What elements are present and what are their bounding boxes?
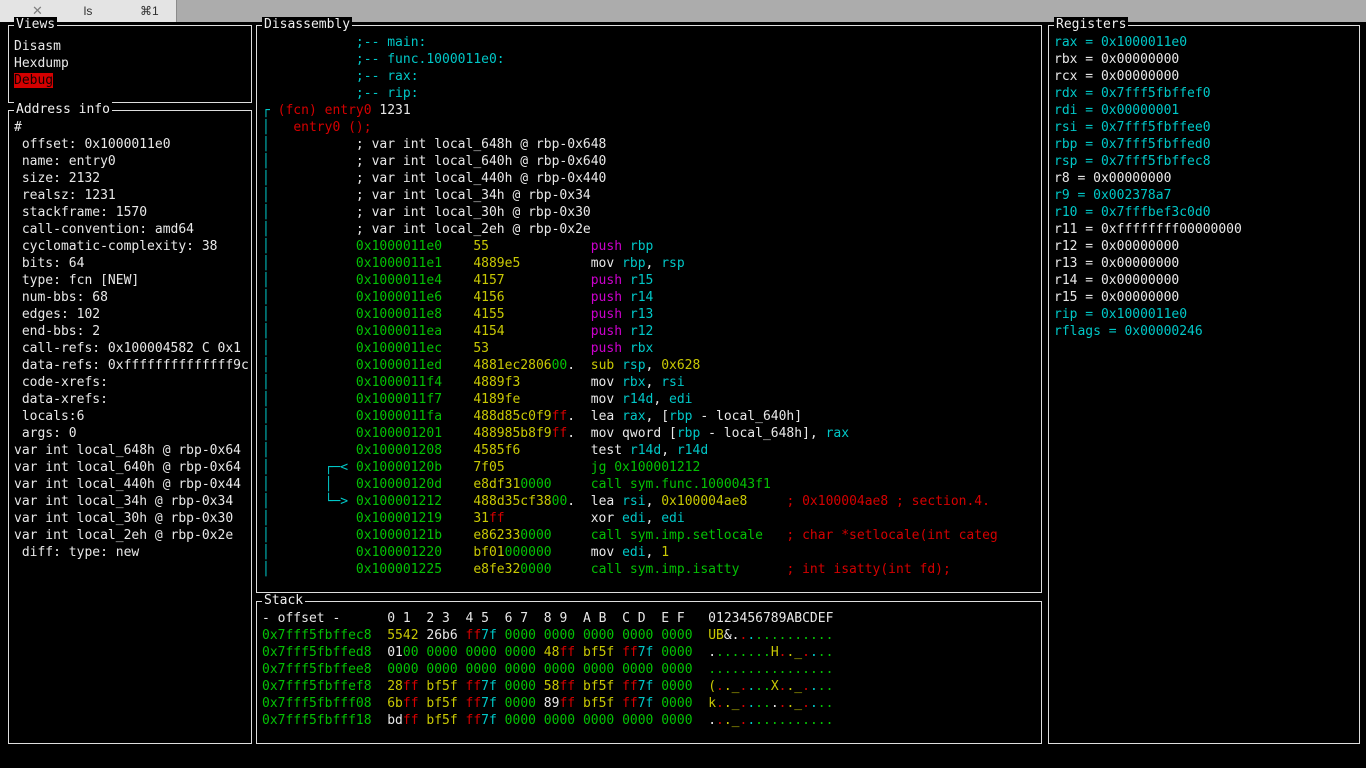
register-line-rdx: rdx = 0x7fff5fbffef0: [1054, 86, 1211, 101]
disasm-line: ;-- func.1000011e0:: [262, 52, 505, 67]
disasm-line: │ 0x1000011e6 4156 push r14: [262, 290, 654, 305]
address-info-line: var int local_34h @ rbp-0x34: [14, 494, 234, 509]
disasm-line: │ │ 0x10000120d e8df310000 call sym.func…: [262, 477, 771, 492]
view-item-debug[interactable]: Debug: [14, 72, 251, 89]
disasm-line: │ └─> 0x100001212 488d35cf3800. lea rsi,…: [262, 494, 990, 509]
register-line-rcx: rcx = 0x00000000: [1054, 69, 1180, 84]
registers-list: rax = 0x1000011e0 rbx = 0x00000000 rcx = 0…: [1049, 26, 1359, 743]
address-info-line: data-xrefs:: [14, 392, 108, 407]
radare2-visual-panels-screen: { "tabbar": { "close_glyph": "✕", "title…: [0, 0, 1366, 768]
address-info-line: locals:6: [14, 409, 85, 424]
stack-row: 0x7fff5fbffee8 0000 0000 0000 0000 0000 …: [262, 662, 834, 677]
registers-panel: Registers rax = 0x1000011e0 rbx = 0x00000…: [1048, 17, 1360, 744]
address-info-line: #: [14, 120, 22, 135]
address-info-line: args: 0: [14, 426, 77, 441]
address-info-line: stackframe: 1570: [14, 205, 148, 220]
register-line-r15: r15 = 0x00000000: [1054, 290, 1180, 305]
stack-header: - offset - 0 1 2 3 4 5 6 7 8 9 A B C D E…: [262, 611, 834, 626]
address-info-line: var int local_640h @ rbp-0x64: [14, 460, 241, 475]
address-info-line: edges: 102: [14, 307, 101, 322]
disassembly-listing: ;-- main: ;-- func.1000011e0: ;-- rax: ;…: [257, 26, 1041, 592]
register-line-rdi: rdi = 0x00000001: [1054, 103, 1180, 118]
address-info-line: var int local_2eh @ rbp-0x2e: [14, 528, 234, 543]
disasm-line: │ 0x1000011ec 53 push rbx: [262, 341, 654, 356]
disasm-line: │ ; var int local_30h @ rbp-0x30: [262, 205, 591, 220]
disasm-line: │ 0x1000011f7 4189fe mov r14d, edi: [262, 392, 693, 407]
register-line-rbx: rbx = 0x00000000: [1054, 52, 1180, 67]
disasm-line: │ 0x100001219 31ff xor edi, edi: [262, 511, 685, 526]
disasm-line: │ 0x10000121b e862330000 call sym.imp.se…: [262, 528, 998, 543]
disasm-line: │ entry0 ();: [262, 120, 372, 135]
stack-panel: Stack - offset - 0 1 2 3 4 5 6 7 8 9 A B…: [256, 593, 1042, 744]
address-info-line: diff: type: new: [14, 545, 140, 560]
disasm-line: │ 0x100001201 488985b8f9ff. mov qword [r…: [262, 426, 850, 441]
stack-row: 0x7fff5fbffec8 5542 26b6 ff7f 0000 0000 …: [262, 628, 834, 643]
address-info-line: var int local_440h @ rbp-0x44: [14, 477, 241, 492]
register-line-r14: r14 = 0x00000000: [1054, 273, 1180, 288]
disasm-line: │ ; var int local_640h @ rbp-0x640: [262, 154, 607, 169]
views-list: Disasm Hexdump Debug: [9, 26, 251, 102]
stack-row: 0x7fff5fbffef8 28ff bf5f ff7f 0000 58ff …: [262, 679, 834, 694]
address-info-line: num-bbs: 68: [14, 290, 108, 305]
address-info-line: realsz: 1231: [14, 188, 116, 203]
disasm-line: │ 0x1000011e8 4155 push r13: [262, 307, 654, 322]
register-line-r8: r8 = 0x00000000: [1054, 171, 1172, 186]
register-line-rip: rip = 0x1000011e0: [1054, 307, 1188, 322]
disasm-line: ┌ (fcn) entry0 1231: [262, 103, 411, 118]
disasm-line: │ 0x100001208 4585f6 test r14d, r14d: [262, 443, 709, 458]
disasm-line: ;-- rax:: [262, 69, 419, 84]
register-line-r11: r11 = 0xffffffff00000000: [1054, 222, 1242, 237]
disasm-line: │ 0x1000011f4 4889f3 mov rbx, rsi: [262, 375, 685, 390]
disasm-line: │ ; var int local_440h @ rbp-0x440: [262, 171, 607, 186]
tab-shortcut: ⌘1: [140, 4, 159, 18]
register-line-r10: r10 = 0x7fffbef3c0d0: [1054, 205, 1211, 220]
disasm-line: │ ┌─< 0x10000120b 7f05 jg 0x100001212: [262, 460, 701, 475]
stack-row: 0x7fff5fbffed8 0100 0000 0000 0000 48ff …: [262, 645, 834, 660]
disasm-line: │ 0x1000011fa 488d85c0f9ff. lea rax, [rb…: [262, 409, 803, 424]
register-line-r13: r13 = 0x00000000: [1054, 256, 1180, 271]
disasm-line: ;-- rip:: [262, 86, 419, 101]
register-line-rflags: rflags = 0x00000246: [1054, 324, 1203, 339]
stack-row: 0x7fff5fbfff18 bdff bf5f ff7f 0000 0000 …: [262, 713, 834, 728]
register-line-r12: r12 = 0x00000000: [1054, 239, 1180, 254]
disasm-line: │ 0x1000011ed 4881ec280600. sub rsp, 0x6…: [262, 358, 701, 373]
stack-hexdump: - offset - 0 1 2 3 4 5 6 7 8 9 A B C D E…: [257, 602, 1041, 743]
address-info-list: # offset: 0x1000011e0 name: entry0 size:…: [9, 111, 251, 743]
disassembly-panel: Disassembly ;-- main: ;-- func.1000011e0…: [256, 17, 1042, 593]
register-line-r9: r9 = 0x002378a7: [1054, 188, 1172, 203]
disasm-line: │ ; var int local_34h @ rbp-0x34: [262, 188, 591, 203]
disasm-line: │ 0x100001225 e8fe320000 call sym.imp.is…: [262, 562, 951, 577]
address-info-line: offset: 0x1000011e0: [14, 137, 171, 152]
view-item-disasm[interactable]: Disasm: [14, 38, 251, 55]
disasm-line: │ ; var int local_648h @ rbp-0x648: [262, 137, 607, 152]
address-info-panel: Address info # offset: 0x1000011e0 name:…: [8, 102, 252, 744]
disasm-line: │ 0x1000011e4 4157 push r15: [262, 273, 654, 288]
address-info-line: size: 2132: [14, 171, 101, 186]
register-line-rsi: rsi = 0x7fff5fbffee0: [1054, 120, 1211, 135]
views-panel: Views Disasm Hexdump Debug: [8, 17, 252, 103]
address-info-line: var int local_30h @ rbp-0x30: [14, 511, 234, 526]
stack-row: 0x7fff5fbfff08 6bff bf5f ff7f 0000 89ff …: [262, 696, 834, 711]
disasm-line: │ 0x1000011ea 4154 push r12: [262, 324, 654, 339]
address-info-line: call-refs: 0x100004582 C 0x1: [14, 341, 241, 356]
address-info-line: type: fcn [NEW]: [14, 273, 140, 288]
address-info-line: cyclomatic-complexity: 38: [14, 239, 218, 254]
address-info-line: code-xrefs:: [14, 375, 108, 390]
register-line-rax: rax = 0x1000011e0: [1054, 35, 1188, 50]
terminal-tab-bar: ✕ ls ⌘1: [0, 0, 1366, 22]
disasm-line: │ 0x100001220 bf01000000 mov edi, 1: [262, 545, 670, 560]
address-info-line: name: entry0: [14, 154, 116, 169]
address-info-line: data-refs: 0xffffffffffffff9c: [14, 358, 249, 373]
register-line-rbp: rbp = 0x7fff5fbffed0: [1054, 137, 1211, 152]
register-line-rsp: rsp = 0x7fff5fbffec8: [1054, 154, 1211, 169]
view-item-hexdump[interactable]: Hexdump: [14, 55, 251, 72]
address-info-line: end-bbs: 2: [14, 324, 101, 339]
disasm-line: │ 0x1000011e0 55 push rbp: [262, 239, 654, 254]
address-info-line: call-convention: amd64: [14, 222, 195, 237]
disasm-line: │ 0x1000011e1 4889e5 mov rbp, rsp: [262, 256, 685, 271]
disasm-line: ;-- main:: [262, 35, 427, 50]
address-info-line: bits: 64: [14, 256, 85, 271]
address-info-line: var int local_648h @ rbp-0x64: [14, 443, 241, 458]
disasm-line: │ ; var int local_2eh @ rbp-0x2e: [262, 222, 591, 237]
